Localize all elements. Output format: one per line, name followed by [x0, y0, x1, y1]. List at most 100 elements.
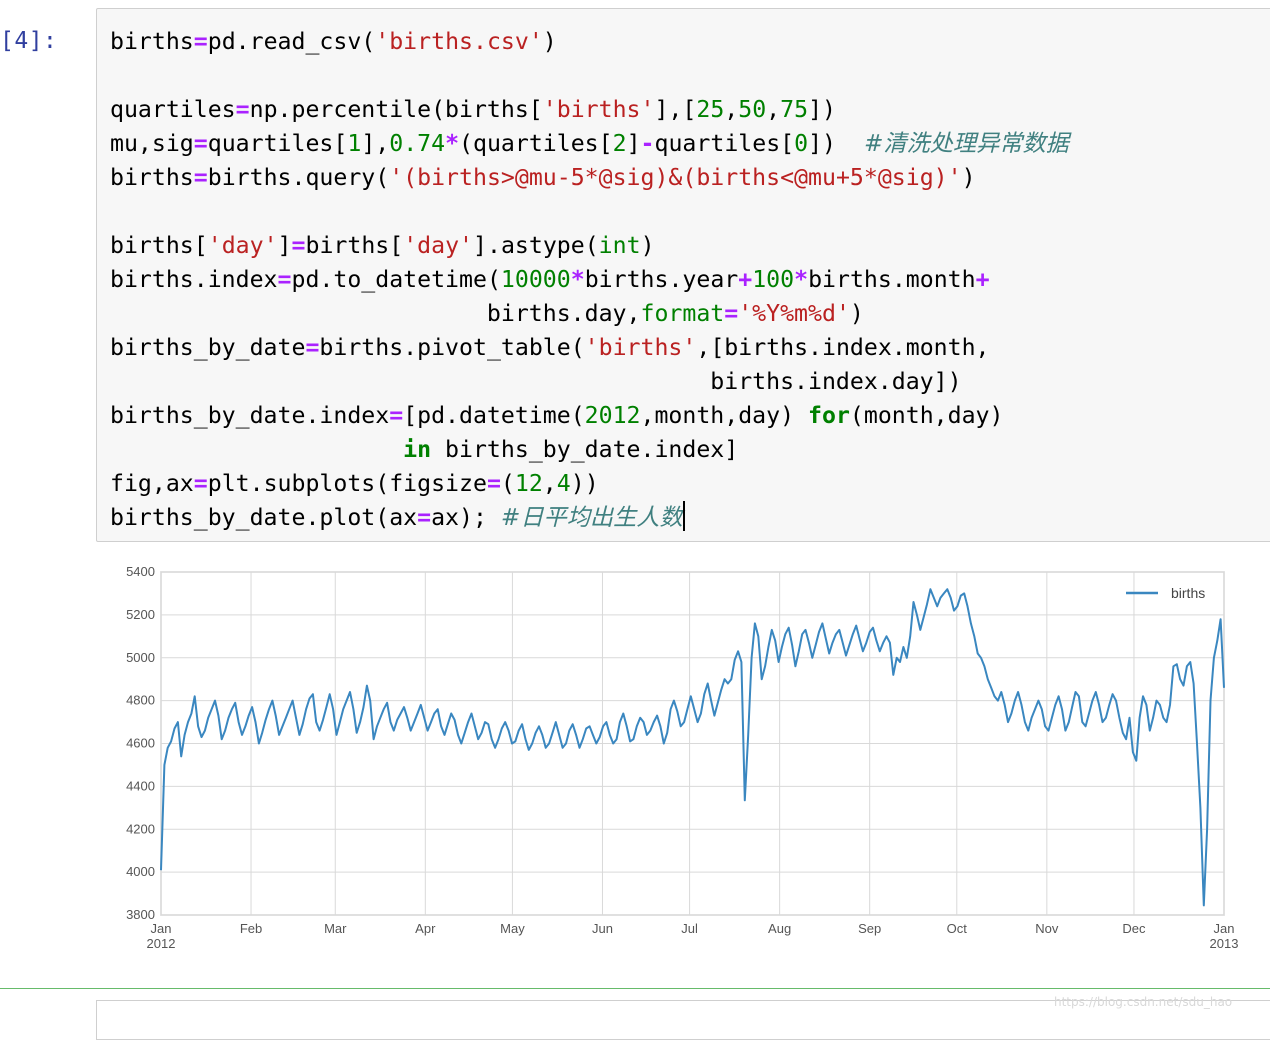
code-token: quartiles — [110, 96, 236, 123]
code-token: 'births.csv' — [375, 28, 543, 55]
x-tick-label: Jan — [1214, 921, 1235, 936]
code-token: ], — [361, 130, 390, 157]
y-tick-label: 5200 — [126, 607, 155, 622]
watermark-text: https://blog.csdn.net/sdu_hao — [1054, 995, 1233, 1009]
code-token: 100 — [752, 266, 795, 293]
code-token: = — [277, 266, 292, 293]
x-tick-label: Jul — [681, 921, 698, 936]
code-token: ) — [849, 300, 864, 327]
code-token: births.day, — [110, 300, 641, 327]
code-token: '(births>@mu-5*@sig)&(births<@mu+5*@sig)… — [389, 164, 962, 191]
code-line: births.day,format='%Y%m%d') — [110, 300, 864, 327]
code-token: 2012 — [584, 402, 641, 429]
code-cell[interactable]: births=pd.read_csv('births.csv') quartil… — [96, 8, 1270, 542]
code-token: = — [193, 164, 208, 191]
y-tick-label: 3800 — [126, 907, 155, 922]
y-tick-label: 5400 — [126, 564, 155, 579]
code-token: quartiles[ — [654, 130, 795, 157]
x-tick-label: Oct — [947, 921, 968, 936]
code-line: births_by_date.plot(ax=ax); #日平均出生人数 — [110, 501, 685, 531]
x-tick-label: Feb — [240, 921, 262, 936]
code-token: ].astype( — [473, 232, 599, 259]
code-token: ax); — [431, 504, 501, 531]
code-line: births=pd.read_csv('births.csv') — [110, 28, 557, 55]
code-token: = — [235, 96, 250, 123]
text-cursor — [682, 501, 685, 531]
cell-output: 3800 4000 4200 4400 4600 4800 5000 5200 5400 Jan 2… — [100, 555, 1250, 971]
code-token: plt.subplots(figsize — [207, 470, 487, 497]
code-token: quartiles[ — [207, 130, 348, 157]
code-token: , — [766, 96, 781, 123]
code-token: = — [724, 300, 739, 327]
cell-prompt: [4]: — [0, 28, 58, 54]
code-token: = — [389, 402, 404, 429]
code-token: ( — [500, 470, 515, 497]
code-token: births_by_date — [110, 334, 306, 361]
code-token: [pd.datetime( — [403, 402, 585, 429]
x-tick-label: Apr — [415, 921, 436, 936]
x-tick-label: Sep — [858, 921, 881, 936]
code-token: 'births' — [542, 96, 655, 123]
code-token: for — [808, 402, 850, 429]
code-token: births_by_date.index] — [431, 436, 739, 463]
code-line: mu,sig=quartiles[1],0.74*(quartiles[2]-q… — [110, 130, 1069, 157]
code-token: = — [193, 470, 208, 497]
code-token: pd.to_datetime( — [291, 266, 501, 293]
x-tick-label: Jan — [151, 921, 172, 936]
code-token: 10000 — [500, 266, 571, 293]
code-token: 1 — [347, 130, 362, 157]
code-token: 50 — [738, 96, 767, 123]
code-token: 'day' — [207, 232, 278, 259]
code-token: * — [445, 130, 460, 157]
code-line: quartiles=np.percentile(births['births']… — [110, 96, 836, 123]
code-line: births_by_date=births.pivot_table('birth… — [110, 334, 990, 361]
code-token: 0.74 — [389, 130, 446, 157]
code-token: * — [794, 266, 809, 293]
code-token: births[ — [305, 232, 404, 259]
code-token: ]) — [808, 130, 864, 157]
code-token: format — [640, 300, 725, 327]
code-token: 0 — [794, 130, 809, 157]
code-token: 12 — [514, 470, 543, 497]
code-token: births.year — [584, 266, 739, 293]
code-token: ] — [277, 232, 292, 259]
code-comment: #清洗处理异常数据 — [863, 130, 1069, 157]
x-tick-label: Dec — [1122, 921, 1146, 936]
code-token: ) — [961, 164, 976, 191]
code-line: births.index=pd.to_datetime(10000*births… — [110, 266, 990, 293]
x-tick-label: Jun — [592, 921, 613, 936]
births-line-chart: 380040004200440046004800500052005400Jan2… — [126, 564, 1238, 951]
y-tick-label: 4000 — [126, 864, 155, 879]
code-token: (month,day) — [849, 402, 1004, 429]
code-token: births.index.day]) — [110, 368, 962, 395]
x-tick-year-label: 2012 — [147, 936, 176, 951]
code-token: births — [110, 164, 194, 191]
code-token: births.query( — [207, 164, 390, 191]
y-tick-label: 4400 — [126, 778, 155, 793]
y-tick-label: 4600 — [126, 736, 155, 751]
code-token: births — [110, 28, 194, 55]
code-token: ) — [640, 232, 655, 259]
code-token: np.percentile(births[ — [249, 96, 543, 123]
code-token: = — [291, 232, 306, 259]
x-tick-label: Nov — [1035, 921, 1059, 936]
x-tick-label: Mar — [324, 921, 347, 936]
code-token: ,[births.index.month, — [696, 334, 990, 361]
code-token: births_by_date.index — [110, 402, 390, 429]
x-tick-label: May — [500, 921, 525, 936]
code-line: births_by_date.index=[pd.datetime(2012,m… — [110, 402, 1003, 429]
code-editor[interactable]: births=pd.read_csv('births.csv') quartil… — [110, 25, 1069, 535]
code-token: '%Y%m%d' — [738, 300, 850, 327]
code-line: in births_by_date.index] — [110, 436, 738, 463]
code-token: 2 — [612, 130, 627, 157]
code-token: , — [724, 96, 739, 123]
code-line: births=births.query('(births>@mu-5*@sig)… — [110, 164, 976, 191]
y-tick-label: 4200 — [126, 821, 155, 836]
code-token: 'births' — [584, 334, 697, 361]
code-token: - — [640, 130, 655, 157]
code-token: = — [193, 130, 208, 157]
code-line: fig,ax=plt.subplots(figsize=(12,4)) — [110, 470, 599, 497]
x-tick-label: Aug — [768, 921, 791, 936]
code-token: 4 — [556, 470, 571, 497]
